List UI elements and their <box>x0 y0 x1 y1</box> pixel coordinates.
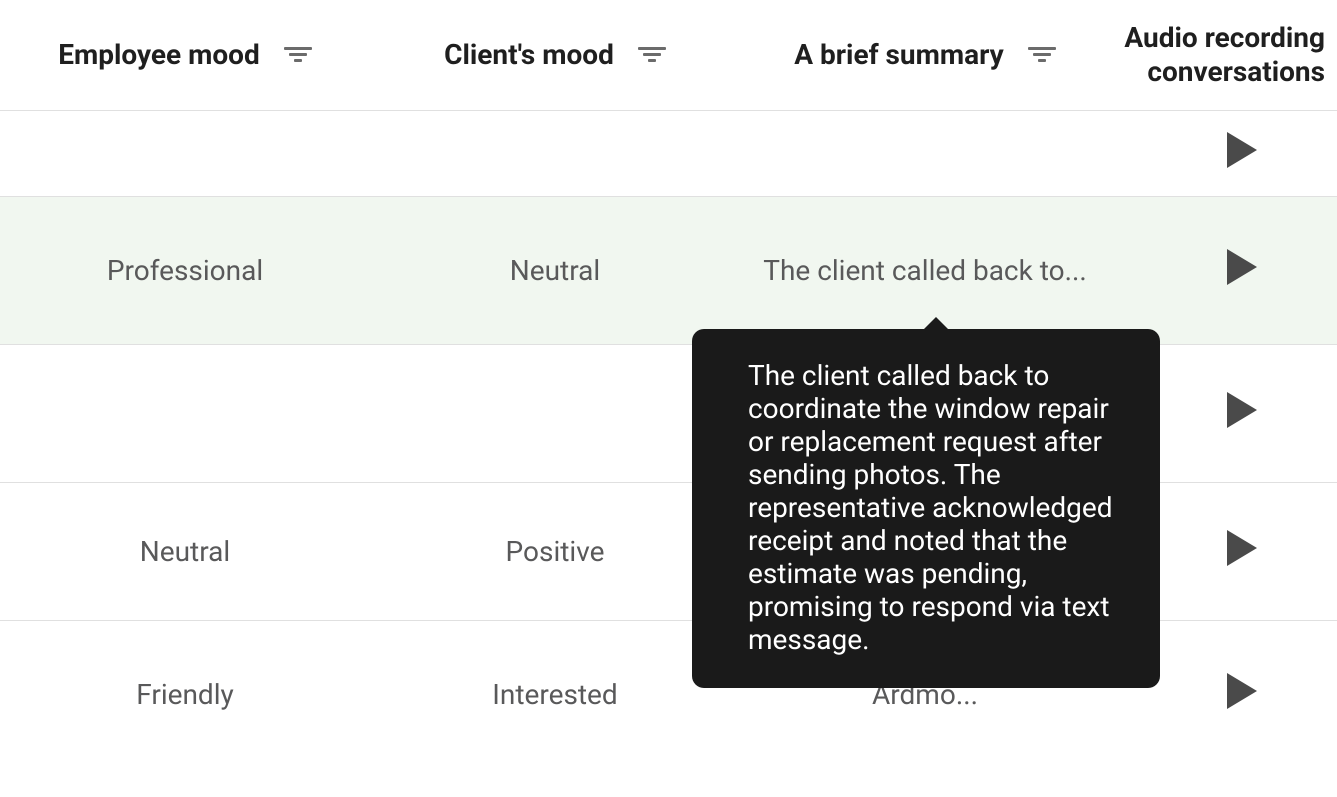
tooltip-arrow-icon <box>924 317 948 329</box>
filter-icon[interactable] <box>284 47 312 62</box>
tooltip-text: The client called back to coordinate the… <box>748 359 1130 656</box>
play-button[interactable] <box>1227 530 1257 566</box>
header-employee-mood: Employee mood <box>0 0 370 110</box>
filter-icon[interactable] <box>1028 47 1056 62</box>
play-button[interactable] <box>1227 392 1257 428</box>
cell-summary <box>740 110 1110 196</box>
cell-audio <box>1110 196 1337 344</box>
cell-client-mood <box>370 110 740 196</box>
header-audio: Audio recording conversations <box>1110 0 1337 110</box>
cell-employee-mood: Friendly <box>0 620 370 768</box>
play-icon <box>1227 249 1257 285</box>
header-employee-mood-label: Employee mood <box>58 38 260 72</box>
cell-audio <box>1110 110 1337 196</box>
play-button[interactable] <box>1227 132 1257 168</box>
play-icon <box>1227 530 1257 566</box>
play-button[interactable] <box>1227 249 1257 285</box>
header-summary: A brief summary <box>740 0 1110 110</box>
cell-employee-mood: Neutral <box>0 482 370 620</box>
cell-client-mood: Positive <box>370 482 740 620</box>
cell-employee-mood <box>0 344 370 482</box>
cell-client-mood <box>370 344 740 482</box>
cell-employee-mood <box>0 110 370 196</box>
header-audio-label: Audio recording conversations <box>1122 21 1325 88</box>
filter-icon[interactable] <box>638 47 666 62</box>
play-icon <box>1227 673 1257 709</box>
table-row[interactable]: Professional Neutral The client called b… <box>0 196 1337 344</box>
table-row <box>0 110 1337 196</box>
header-client-mood-label: Client's mood <box>444 38 614 72</box>
play-button[interactable] <box>1227 673 1257 709</box>
header-summary-label: A brief summary <box>794 38 1003 72</box>
cell-employee-mood: Professional <box>0 196 370 344</box>
play-icon <box>1227 392 1257 428</box>
cell-client-mood: Neutral <box>370 196 740 344</box>
cell-client-mood: Interested <box>370 620 740 768</box>
table-header-row: Employee mood Client's mood A brief summ… <box>0 0 1337 110</box>
header-client-mood: Client's mood <box>370 0 740 110</box>
play-icon <box>1227 132 1257 168</box>
summary-tooltip: The client called back to coordinate the… <box>692 329 1160 688</box>
summary-text: The client called back to... <box>760 253 1090 288</box>
